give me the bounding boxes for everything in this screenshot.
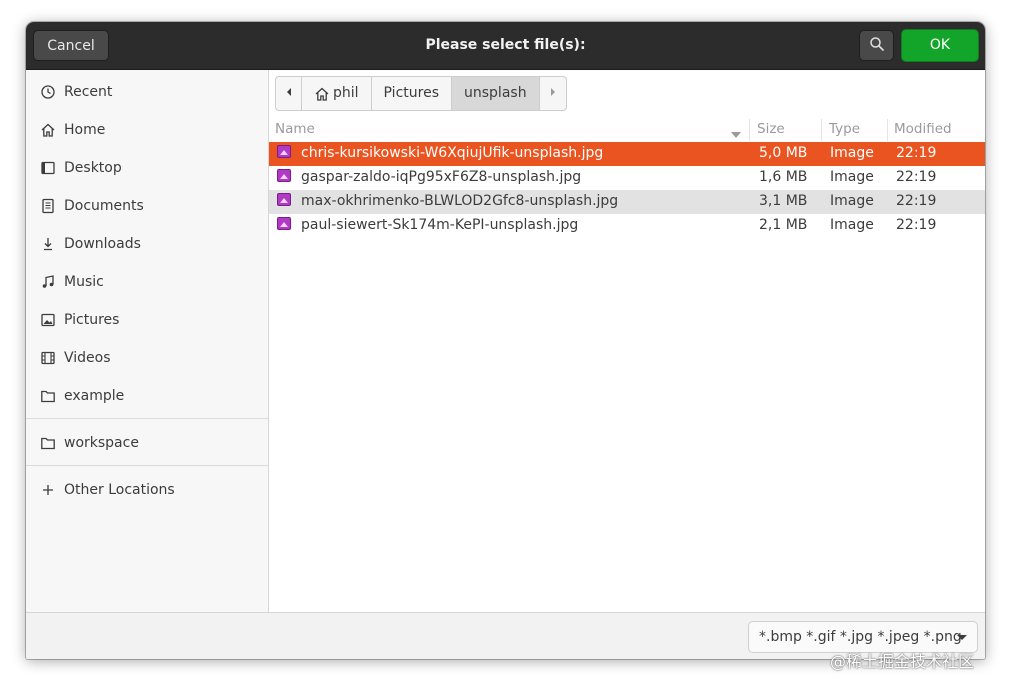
file-name: gaspar-zaldo-iqPg95xF6Z8-unsplash.jpg <box>301 169 582 185</box>
column-divider <box>821 119 822 141</box>
column-header-modified[interactable]: Modified <box>894 121 952 137</box>
dialog-title: Please select file(s): <box>425 37 586 53</box>
chevron-right-icon <box>549 77 557 110</box>
file-size: 2,1 MB <box>759 217 808 233</box>
file-browser: phil Pictures unsplash Name Size Type Mo… <box>269 70 985 612</box>
sidebar-item-label: example <box>64 388 125 404</box>
column-header-name[interactable]: Name <box>275 121 315 137</box>
search-button[interactable] <box>859 30 894 61</box>
cancel-button[interactable]: Cancel <box>33 30 109 61</box>
sidebar-item-label: Videos <box>64 350 111 366</box>
column-divider <box>887 119 888 141</box>
file-row[interactable]: paul-siewert-Sk174m-KePI-unsplash.jpg 2,… <box>269 214 985 238</box>
crumb-label: phil <box>333 85 359 101</box>
path-bar: phil Pictures unsplash <box>275 76 567 111</box>
image-file-icon <box>277 169 291 182</box>
sidebar-item-documents[interactable]: Documents <box>26 187 268 225</box>
file-type: Image <box>830 193 874 209</box>
path-forward-button[interactable] <box>540 77 566 110</box>
file-size: 1,6 MB <box>759 169 808 185</box>
crumb-label: Pictures <box>383 85 439 101</box>
home-icon <box>40 122 56 138</box>
sidebar-item-desktop[interactable]: Desktop <box>26 149 268 187</box>
download-icon <box>40 236 56 252</box>
sidebar-separator <box>26 465 268 466</box>
chevron-left-icon <box>285 77 293 110</box>
watermark: @稀土掘金技术社区 <box>830 652 975 671</box>
ok-button[interactable]: OK <box>901 29 979 62</box>
sidebar-item-other-locations[interactable]: Other Locations <box>26 471 268 509</box>
file-type: Image <box>830 217 874 233</box>
sidebar-item-label: Music <box>64 274 104 290</box>
sidebar-item-label: workspace <box>64 435 139 451</box>
file-modified: 22:19 <box>896 145 937 161</box>
folder-icon <box>40 388 56 404</box>
search-icon <box>869 36 885 56</box>
file-modified: 22:19 <box>896 169 937 185</box>
crumb-label: unsplash <box>464 85 527 101</box>
file-row[interactable]: gaspar-zaldo-iqPg95xF6Z8-unsplash.jpg 1,… <box>269 166 985 190</box>
sidebar-item-workspace[interactable]: workspace <box>26 424 268 462</box>
desktop-icon <box>40 160 56 176</box>
path-crumb-pictures[interactable]: Pictures <box>372 77 452 110</box>
sidebar-item-label: Home <box>64 122 106 138</box>
clock-icon <box>40 84 56 100</box>
column-header-type[interactable]: Type <box>829 121 860 137</box>
picture-icon <box>40 312 56 328</box>
music-icon <box>40 274 56 290</box>
sidebar-item-label: Documents <box>64 198 144 214</box>
sort-descending-icon <box>731 126 741 142</box>
path-crumb-unsplash[interactable]: unsplash <box>452 77 540 110</box>
sidebar-item-label: Desktop <box>64 160 122 176</box>
file-name: chris-kursikowski-W6XqiujUfik-unsplash.j… <box>301 145 604 161</box>
sidebar-item-label: Pictures <box>64 312 120 328</box>
sidebar-item-label: Downloads <box>64 236 141 252</box>
dialog-header: Cancel Please select file(s): OK <box>26 22 985 70</box>
sidebar-item-recent[interactable]: Recent <box>26 73 268 111</box>
sidebar-item-example[interactable]: example <box>26 377 268 415</box>
file-row[interactable]: chris-kursikowski-W6XqiujUfik-unsplash.j… <box>269 142 985 166</box>
sidebar-separator <box>26 418 268 419</box>
folder-icon <box>40 435 56 451</box>
chevron-down-icon <box>957 635 967 640</box>
file-size: 5,0 MB <box>759 145 808 161</box>
sidebar-item-label: Other Locations <box>64 482 175 498</box>
file-chooser-dialog: Cancel Please select file(s): OK Recent … <box>26 22 985 659</box>
file-type: Image <box>830 169 874 185</box>
image-file-icon <box>277 193 291 206</box>
file-name: max-okhrimenko-BLWLOD2Gfc8-unsplash.jpg <box>301 193 619 209</box>
path-crumb-home[interactable]: phil <box>302 77 372 110</box>
sidebar-item-home[interactable]: Home <box>26 111 268 149</box>
file-type: Image <box>830 145 874 161</box>
image-file-icon <box>277 145 291 158</box>
places-sidebar: Recent Home Desktop Documents Downloads … <box>26 70 269 612</box>
file-row[interactable]: max-okhrimenko-BLWLOD2Gfc8-unsplash.jpg … <box>269 190 985 214</box>
sidebar-item-downloads[interactable]: Downloads <box>26 225 268 263</box>
file-modified: 22:19 <box>896 193 937 209</box>
plus-icon <box>40 482 56 498</box>
file-modified: 22:19 <box>896 217 937 233</box>
file-size: 3,1 MB <box>759 193 808 209</box>
path-back-button[interactable] <box>276 77 302 110</box>
image-file-icon <box>277 217 291 230</box>
document-icon <box>40 198 56 214</box>
column-headers: Name Size Type Modified <box>269 119 985 141</box>
home-icon <box>314 86 330 102</box>
file-name: paul-siewert-Sk174m-KePI-unsplash.jpg <box>301 217 579 233</box>
sidebar-item-music[interactable]: Music <box>26 263 268 301</box>
sidebar-item-label: Recent <box>64 84 113 100</box>
sidebar-item-pictures[interactable]: Pictures <box>26 301 268 339</box>
video-icon <box>40 350 56 366</box>
column-divider <box>749 119 750 141</box>
filter-label: *.bmp *.gif *.jpg *.jpeg *.png <box>759 629 962 645</box>
sidebar-item-videos[interactable]: Videos <box>26 339 268 377</box>
column-header-size[interactable]: Size <box>757 121 785 137</box>
